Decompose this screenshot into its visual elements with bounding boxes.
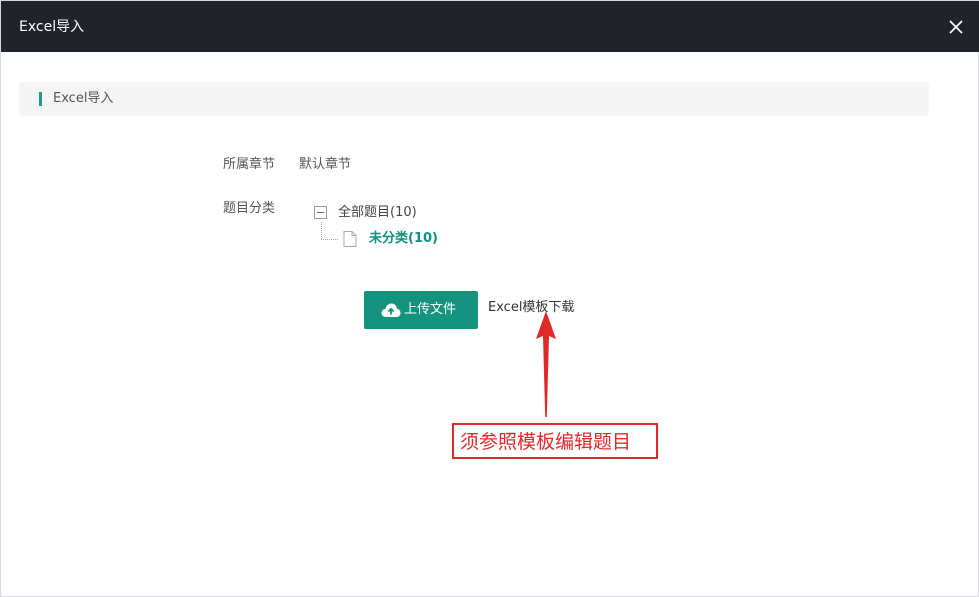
chapter-label: 所属章节 [223,157,276,172]
section-header: Excel导入 [19,82,929,116]
tree-collapse-toggle[interactable] [314,206,327,219]
excel-import-dialog: Excel导入 Excel导入 所属章节 默认章节 题目分类 全部题目(10) … [0,0,979,597]
section-title: Excel导入 [53,91,114,106]
section-accent-bar [39,92,42,106]
tree-root-node[interactable]: 全部题目(10) [338,204,417,222]
tree-connector-horizontal [321,239,338,240]
dialog-title: Excel导入 [19,19,85,35]
cloud-upload-icon [381,303,401,317]
annotation-callout: 须参照模板编辑题目 [452,423,658,459]
category-label: 题目分类 [223,201,276,216]
dialog-titlebar: Excel导入 [1,1,979,52]
annotation-arrow-icon [536,311,556,417]
chapter-value: 默认章节 [299,157,352,172]
file-icon [343,231,357,247]
tree-node-uncategorized[interactable]: 未分类(10) [369,230,438,248]
close-icon[interactable] [944,15,968,39]
upload-button-label: 上传文件 [404,302,457,317]
upload-file-button[interactable]: 上传文件 [364,291,478,329]
tree-connector-vertical [321,222,322,239]
annotation-text: 须参照模板编辑题目 [460,431,632,453]
